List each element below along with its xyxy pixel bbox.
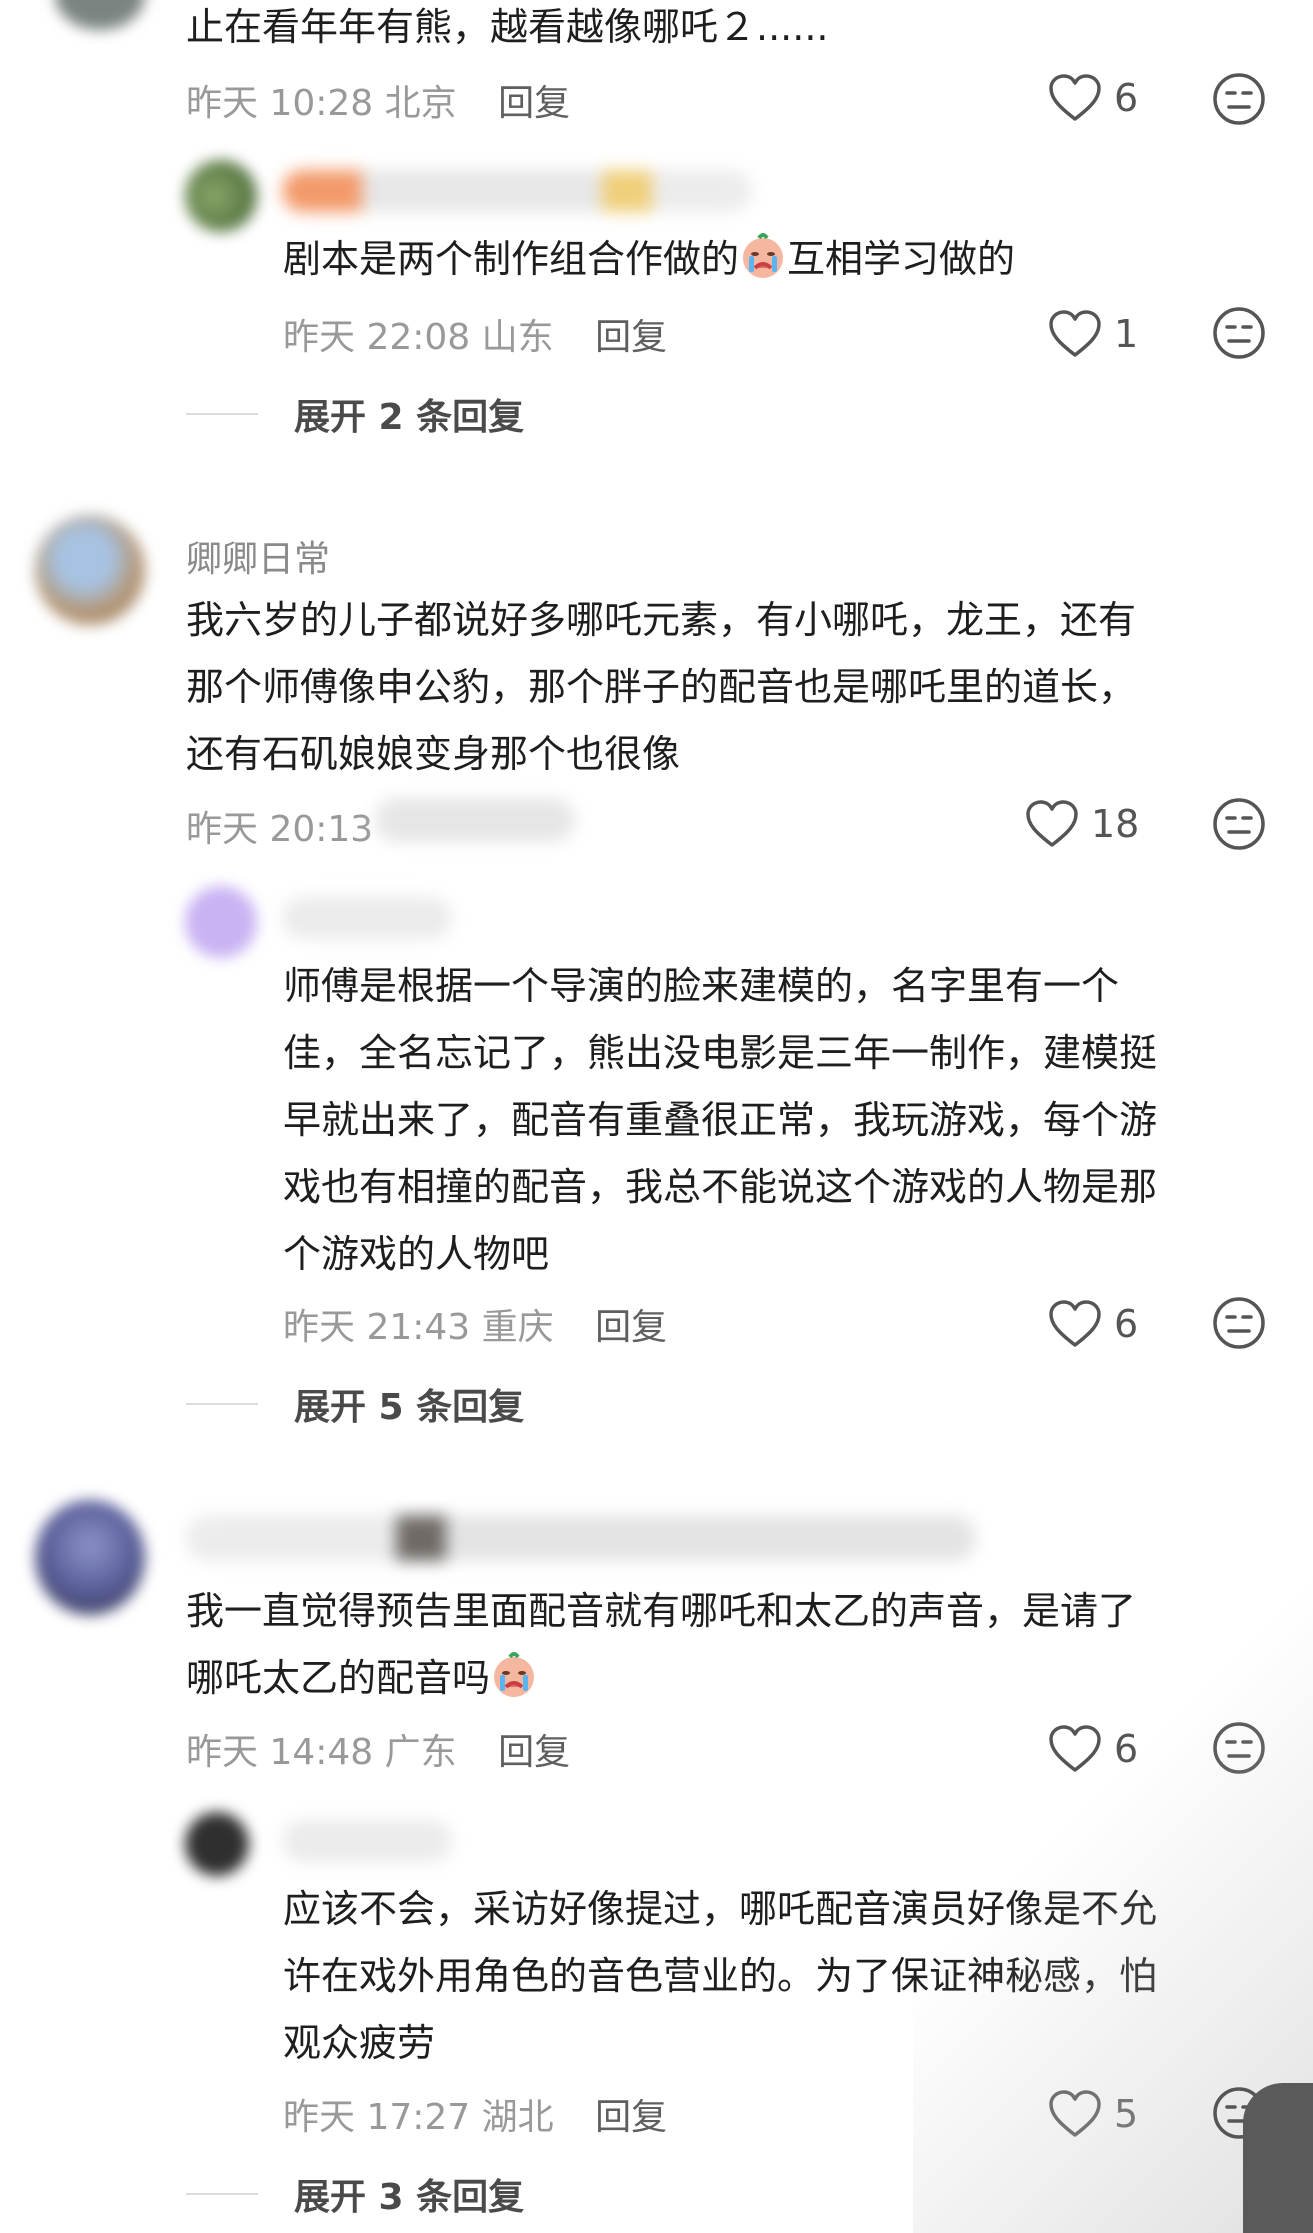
comment-text: 止在看年年有熊，越看越像哪吒２...... bbox=[186, 5, 829, 49]
like-button[interactable]: 6 bbox=[1048, 1300, 1138, 1348]
like-count: 6 bbox=[1114, 1302, 1139, 1346]
comment-meta: 昨天 17:27 湖北 回复 bbox=[283, 2088, 667, 2140]
comment-time: 昨天 21:43 重庆 bbox=[283, 1307, 554, 1348]
crying-face-emoji bbox=[743, 233, 784, 278]
heart-outline-icon bbox=[1026, 800, 1078, 847]
blurred-username bbox=[186, 1515, 976, 1561]
heart-outline-icon bbox=[1049, 310, 1101, 357]
floating-action-button[interactable] bbox=[1243, 2083, 1313, 2233]
reply-button[interactable]: 回复 bbox=[595, 1307, 667, 1348]
comment-text: 师傅是根据一个导演的脸来建模的，名字里有一个 佳，全名忘记了，熊出没电影是三年一… bbox=[283, 964, 1158, 1276]
comment-time: 昨天 22:08 山东 bbox=[283, 317, 554, 358]
comment-meta: 昨天 20:13 bbox=[186, 800, 373, 852]
divider bbox=[186, 413, 258, 415]
comment-meta: 昨天 10:28 北京 回复 bbox=[186, 74, 570, 126]
heart-outline-icon bbox=[1049, 74, 1101, 121]
crying-face-emoji bbox=[494, 1652, 535, 1697]
expand-replies-button[interactable]: 展开 2 条回复 bbox=[186, 388, 524, 440]
blurred-location bbox=[375, 798, 575, 842]
comment-meta: 昨天 22:08 山东 回复 bbox=[283, 308, 667, 360]
comment-meta: 昨天 21:43 重庆 回复 bbox=[283, 1298, 667, 1350]
like-count: 6 bbox=[1114, 76, 1139, 120]
comment-time: 昨天 14:48 广东 bbox=[186, 1732, 457, 1773]
neutral-face-icon[interactable] bbox=[1212, 306, 1266, 360]
like-count: 1 bbox=[1114, 312, 1139, 356]
username[interactable]: 卿卿日常 bbox=[186, 530, 330, 582]
blurred-username bbox=[282, 1820, 452, 1862]
blurred-username bbox=[282, 170, 752, 212]
like-button[interactable]: 6 bbox=[1048, 74, 1138, 122]
neutral-face-icon[interactable] bbox=[1212, 72, 1266, 126]
blurred-username bbox=[282, 897, 452, 939]
avatar[interactable] bbox=[185, 1812, 249, 1876]
expand-replies-button[interactable]: 展开 5 条回复 bbox=[186, 1378, 524, 1430]
avatar[interactable] bbox=[35, 515, 145, 625]
expand-replies-button[interactable]: 展开 3 条回复 bbox=[186, 2168, 524, 2220]
like-button[interactable]: 1 bbox=[1048, 310, 1138, 358]
comment-text: 剧本是两个制作组合作做的 互相学习做的 bbox=[283, 226, 1015, 293]
like-button[interactable]: 18 bbox=[1025, 800, 1139, 848]
neutral-face-icon[interactable] bbox=[1212, 1296, 1266, 1350]
like-count: 18 bbox=[1091, 802, 1140, 846]
heart-outline-icon bbox=[1049, 1300, 1101, 1347]
avatar[interactable] bbox=[185, 160, 257, 232]
divider bbox=[186, 2193, 258, 2195]
comment-meta: 昨天 14:48 广东 回复 bbox=[186, 1723, 570, 1775]
avatar[interactable] bbox=[35, 1500, 145, 1615]
avatar[interactable] bbox=[55, 0, 145, 30]
reply-button[interactable]: 回复 bbox=[595, 317, 667, 358]
reply-button[interactable]: 回复 bbox=[595, 2097, 667, 2138]
divider bbox=[186, 1403, 258, 1405]
reply-button[interactable]: 回复 bbox=[498, 1732, 570, 1773]
avatar[interactable] bbox=[185, 886, 257, 958]
comment-text: 我六岁的儿子都说好多哪吒元素，有小哪吒，龙王，还有 那个师傅像申公豹，那个胖子的… bbox=[186, 598, 1137, 776]
comment-time: 昨天 20:13 bbox=[186, 809, 374, 850]
neutral-face-icon[interactable] bbox=[1212, 797, 1266, 851]
comment-time: 昨天 10:28 北京 bbox=[186, 83, 457, 124]
reply-button[interactable]: 回复 bbox=[498, 83, 570, 124]
comment-time: 昨天 17:27 湖北 bbox=[283, 2097, 554, 2138]
